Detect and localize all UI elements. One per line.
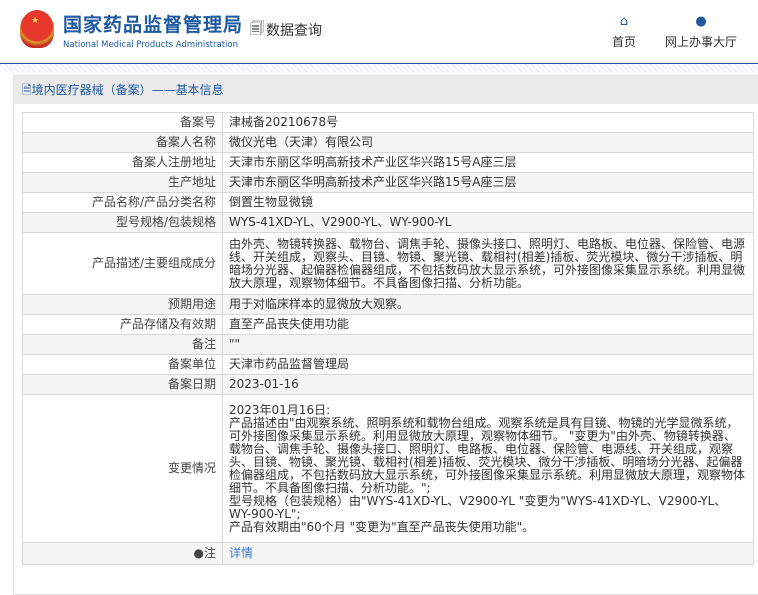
field-value: "" [222, 334, 754, 355]
field-label: ●注 [22, 542, 223, 565]
field-value: 详情 [222, 542, 754, 565]
nav-home-label: 首页 [612, 35, 637, 49]
table-row-2: 备案人注册地址 天津市东丽区华明高新技术产业区华兴路15号A座三层 [22, 152, 754, 173]
nav-online-hall-label: 网上办事大厅 [665, 35, 738, 49]
pin-icon: ● [193, 546, 204, 560]
home-icon: ⌂ [619, 14, 629, 29]
panel-title-text: 境内医疗器械（备案）——基本信息 [31, 83, 224, 97]
user-icon: ● [695, 14, 707, 29]
change-line: 产品描述由"由观察系统、照明系统和载物台组成。观察系统是具有目镜、物镜的光学显微… [229, 415, 746, 495]
field-value: WYS-41XD-YL、V2900-YL、WY-900-YL [222, 212, 754, 233]
site-header: ★ 国家药品监督管理局 National Medical Products Ad… [0, 0, 758, 64]
details-link[interactable]: 详情 [229, 546, 253, 560]
document-search-icon: 🗐 [250, 21, 264, 37]
note-label: 注 [203, 546, 216, 560]
field-value: 天津市药品监督管理局 [222, 354, 754, 375]
table-row-3: 生产地址 天津市东丽区华明高新技术产业区华兴路15号A座三层 [22, 172, 754, 193]
table-row-1: 备案人名称 微仪光电（天津）有限公司 [22, 132, 754, 153]
table-row-7: 预期用途 用于对临床样本的显微放大观察。 [22, 294, 754, 315]
panel-title: 🗎境内医疗器械（备案）——基本信息 [14, 76, 758, 104]
field-value: 津械备20210678号 [222, 112, 754, 133]
field-label: 产品存储及有效期 [22, 314, 223, 335]
field-value: 倒置生物显微镜 [222, 192, 754, 213]
field-value: 天津市东丽区华明高新技术产业区华兴路15号A座三层 [222, 152, 754, 173]
site-logo[interactable]: 国家药品监督管理局 National Medical Products Admi… [63, 10, 243, 50]
table-row-11: 备案日期 2023-01-16 [22, 374, 754, 395]
field-label: 预期用途 [22, 294, 223, 315]
data-query-title: 🗐 数据查询 [250, 18, 322, 42]
field-value: 天津市东丽区华明高新技术产业区华兴路15号A座三层 [222, 172, 754, 193]
table-row-6: 产品描述/主要组成成分 由外壳、物镜转换器、载物台、调焦手轮、摄像头接口、照明灯、… [22, 232, 754, 295]
info-table: 备案号 津械备20210678号 备案人名称 微仪光电（天津）有限公司 备案人注册地址天… [22, 112, 754, 565]
nav-online-hall[interactable]: ● 网上办事大厅 [665, 14, 737, 50]
field-value: 2023年01月16日: 产品描述由"由观察系统、照明系统和载物台组成。观察系统是… [222, 394, 754, 543]
table-row-5: 型号规格/包装规格 WYS-41XD-YL、V2900-YL、WY-900-YL [22, 212, 754, 233]
field-value: 微仪光电（天津）有限公司 [222, 132, 754, 153]
table-row-10: 备案单位 天津市药品监督管理局 [22, 354, 754, 375]
change-line: 产品有效期由"60个月 "变更为"直至产品丧失使用功能"。 [229, 519, 535, 534]
field-label: 产品名称/产品分类名称 [22, 192, 223, 213]
org-name-en: National Medical Products Administration [63, 40, 238, 50]
field-label: 备案人名称 [22, 132, 223, 153]
field-label: 产品描述/主要组成成分 [22, 232, 223, 295]
field-label: 型号规格/包装规格 [22, 212, 223, 233]
field-label: 备案单位 [22, 354, 223, 375]
table-row-9: 备注 "" [22, 334, 754, 355]
nav-home[interactable]: ⌂ 首页 [612, 14, 636, 50]
change-line: 型号规格（包装规格）由"WYS-41XD-YL、V2900-YL "变更为"WY… [229, 493, 727, 521]
table-row-note: ●注 详情 [22, 542, 754, 565]
field-label: 生产地址 [22, 172, 223, 193]
table-row-0: 备案号 津械备20210678号 [22, 112, 754, 133]
change-line: 2023年01月16日: [229, 402, 331, 417]
table-row-change: 变更情况 2023年01月16日: 产品描述由"由观察系统、照明系统和载物台组成。观… [22, 394, 754, 543]
table-row-4: 产品名称/产品分类名称 倒置生物显微镜 [22, 192, 754, 213]
field-label: 备案号 [22, 112, 223, 133]
org-name-cn: 国家药品监督管理局 [63, 14, 244, 36]
field-value: 由外壳、物镜转换器、载物台、调焦手轮、摄像头接口、照明灯、电路板、电位器、保险管… [222, 232, 754, 295]
info-panel: 🗎境内医疗器械（备案）——基本信息 备案号 津械备20210678号 备案人名称 微仪… [13, 75, 758, 595]
field-value: 2023-01-16 [222, 374, 754, 395]
data-query-label: 数据查询 [266, 23, 322, 39]
field-value: 用于对临床样本的显微放大观察。 [222, 294, 754, 315]
national-emblem-icon: ★ [20, 10, 54, 48]
table-row-8: 产品存储及有效期 直至产品丧失使用功能 [22, 314, 754, 335]
field-label: 变更情况 [22, 394, 223, 543]
field-label: 备案日期 [22, 374, 223, 395]
field-label: 备案人注册地址 [22, 152, 223, 173]
field-value: 直至产品丧失使用功能 [222, 314, 754, 335]
divider-stripe [0, 64, 758, 72]
document-icon: 🗎 [22, 83, 32, 97]
field-label: 备注 [22, 334, 223, 355]
